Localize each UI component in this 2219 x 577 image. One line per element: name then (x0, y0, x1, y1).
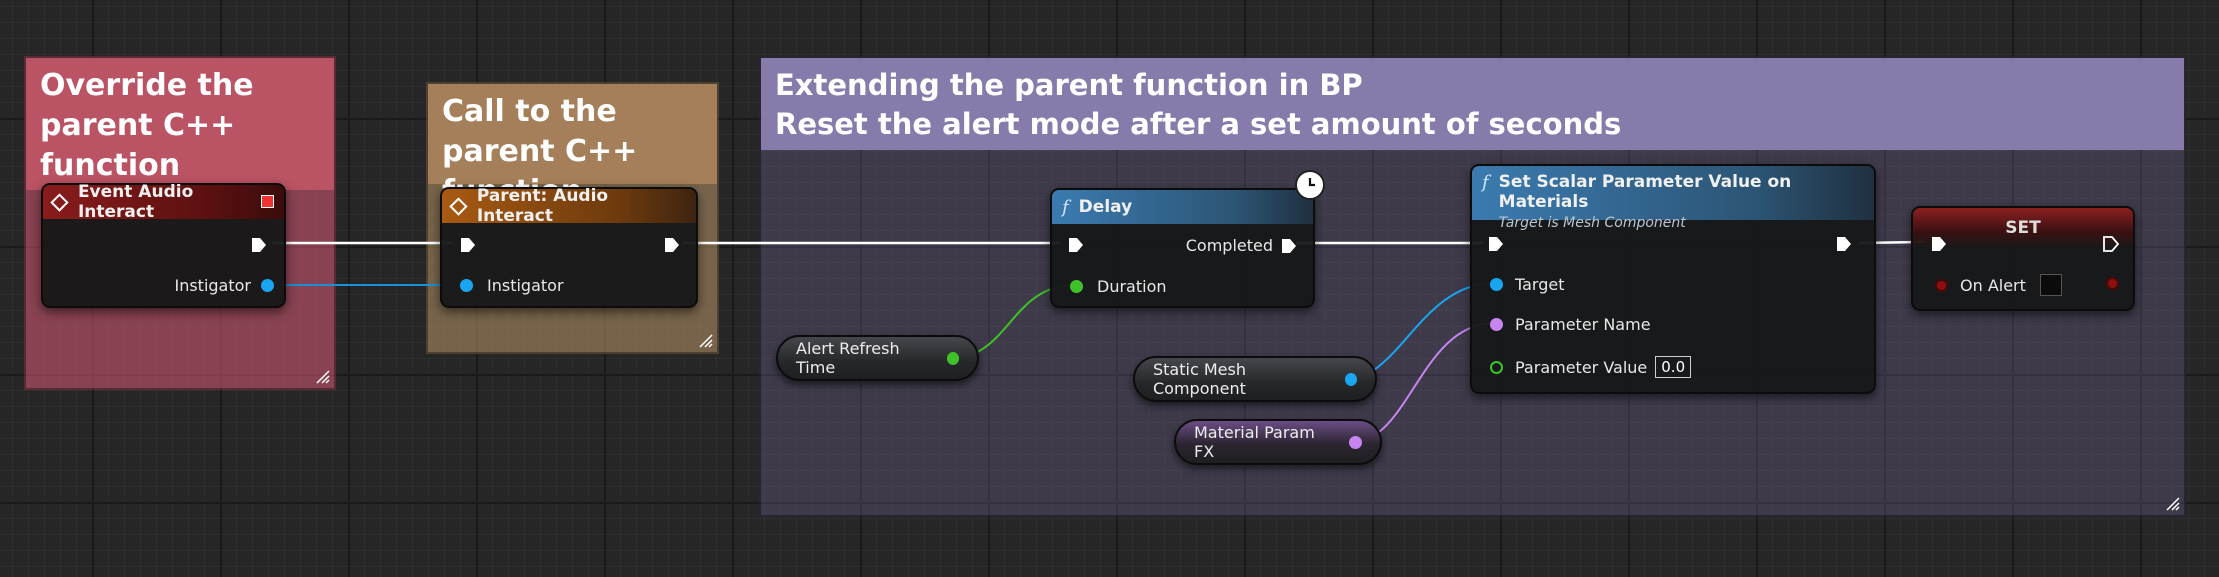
node-title: Parent: Audio Interact (476, 186, 609, 226)
name-pin-icon (1490, 318, 1503, 331)
pin-label: Parameter Name (1515, 315, 1651, 334)
exec-input-pin[interactable] (460, 236, 476, 254)
exec-input-pin[interactable] (1931, 235, 1947, 253)
output-pin-instigator[interactable]: Instigator (174, 276, 274, 295)
output-pin-completed[interactable]: Completed (1186, 236, 1297, 255)
clock-icon (1295, 170, 1325, 200)
exec-output-pin[interactable] (1836, 235, 1852, 253)
event-audio-interact-node[interactable]: Event Audio Interact Instigator (41, 182, 286, 308)
node-header: f Delay (1052, 190, 1313, 224)
name-pin-icon[interactable] (1349, 435, 1362, 449)
exec-output-pin (1281, 237, 1297, 255)
bool-output-pin-icon[interactable] (2106, 277, 2119, 290)
input-pin-on-alert[interactable]: On Alert (1935, 274, 2062, 296)
material-param-fx-getter[interactable]: Material Param FX (1174, 419, 1382, 465)
float-pin-icon[interactable] (946, 351, 959, 365)
function-icon: f (1062, 196, 1069, 218)
pin-label: Parameter Value (1515, 357, 1648, 377)
input-pin-duration[interactable]: Duration (1070, 277, 1167, 296)
exec-output-pin[interactable] (664, 236, 680, 254)
input-pin-parameter-value[interactable]: Parameter Value 0.0 (1490, 356, 1692, 378)
variable-label: Material Param FX (1194, 423, 1315, 461)
object-pin-icon[interactable] (1344, 372, 1357, 386)
float-pin-icon (1490, 360, 1503, 374)
variable-label: Static Mesh Component (1153, 360, 1246, 398)
object-pin-icon (261, 279, 274, 292)
node-header: Event Audio Interact (43, 182, 284, 222)
node-header: f Set Scalar Parameter Value on Material… (1472, 166, 1874, 231)
function-icon: f (1482, 172, 1489, 193)
node-subtitle: Target is Mesh Component (1498, 215, 1686, 231)
input-pin-target[interactable]: Target (1490, 275, 1565, 294)
delegate-pin-icon[interactable] (261, 195, 274, 208)
alert-refresh-time-getter[interactable]: Alert Refresh Time (776, 335, 979, 381)
exec-output-pin[interactable] (2103, 235, 2120, 253)
exec-input-pin[interactable] (1068, 236, 1084, 254)
node-title: Delay (1078, 197, 1133, 217)
pin-label: Target (1515, 275, 1565, 294)
object-pin-icon (460, 279, 473, 292)
function-icon (449, 196, 468, 216)
parameter-value-field[interactable]: 0.0 (1655, 356, 1692, 378)
float-pin-icon (1070, 280, 1083, 293)
set-on-alert-node[interactable]: SET On Alert (1911, 206, 2135, 311)
pin-label: Instigator (487, 276, 564, 295)
input-pin-parameter-name[interactable]: Parameter Name (1490, 315, 1651, 334)
object-pin-icon (1490, 278, 1503, 291)
bool-pin-icon (1935, 278, 1948, 292)
variable-label: Alert Refresh Time (796, 339, 900, 377)
exec-input-pin[interactable] (1488, 235, 1504, 253)
pin-label: Duration (1097, 277, 1167, 296)
pin-label: On Alert (1960, 275, 2026, 295)
event-icon (50, 192, 69, 212)
node-title: Set Scalar Parameter Value on Materials (1498, 172, 1792, 212)
node-header: Parent: Audio Interact (442, 186, 696, 226)
pin-label: Instigator (174, 276, 251, 295)
node-title: SET (2005, 218, 2041, 238)
on-alert-checkbox[interactable] (2039, 274, 2062, 296)
delay-node[interactable]: f Delay Completed Duration (1050, 170, 1325, 308)
set-scalar-parameter-node[interactable]: f Set Scalar Parameter Value on Material… (1470, 164, 1876, 394)
node-title: Event Audio Interact (77, 182, 194, 222)
static-mesh-component-getter[interactable]: Static Mesh Component (1133, 356, 1377, 402)
exec-output-pin[interactable] (251, 236, 267, 254)
input-pin-instigator[interactable]: Instigator (460, 276, 564, 295)
parent-audio-interact-node[interactable]: Parent: Audio Interact Instigator (440, 186, 698, 308)
pin-label: Completed (1185, 236, 1273, 255)
